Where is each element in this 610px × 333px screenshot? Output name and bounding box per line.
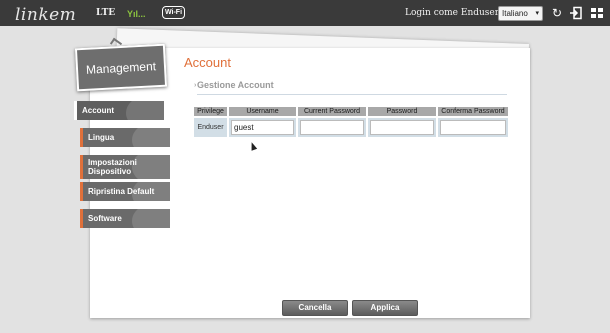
column-header-password: Password [368, 107, 436, 116]
sidebar-item-software[interactable]: Software [80, 209, 170, 228]
brand-logo: linkem [15, 5, 77, 25]
network-type: LTE [96, 8, 116, 18]
signal-strength-icon: Yıl... [127, 9, 146, 19]
sidebar-item-label: Impostazioni Dispositivo [88, 158, 137, 176]
table-header-row: Privilege Username Current Password Pass… [194, 107, 508, 116]
sidebar-item-lingua[interactable]: Lingua [80, 128, 170, 147]
table-row: Enduser [194, 118, 508, 137]
logout-icon[interactable] [569, 6, 583, 20]
login-status: Login come Enduser [405, 8, 500, 18]
language-select-value: Italiano [502, 9, 528, 18]
password-cell [368, 118, 436, 137]
column-header-confirm-password: Conferma Password [438, 107, 508, 116]
refresh-icon[interactable]: ↻ [550, 6, 564, 20]
sidebar-item-ripristina-default[interactable]: Ripristina Default [80, 182, 170, 201]
section-header: › Gestione Account [194, 75, 507, 95]
sidebar-item-label: Account [82, 106, 114, 115]
account-table: Privilege Username Current Password Pass… [192, 105, 510, 139]
confirm-password-cell [438, 118, 508, 137]
confirm-password-input[interactable] [440, 120, 506, 135]
language-select[interactable]: Italiano ▾ [498, 6, 543, 21]
username-input[interactable] [231, 120, 294, 135]
sidebar-item-impostazioni-dispositivo[interactable]: Impostazioni Dispositivo [80, 155, 170, 179]
chevron-down-icon: ▾ [535, 10, 539, 17]
column-header-username: Username [229, 107, 296, 116]
top-bar: linkem LTE Yıl... Wi-Fi Login come Endus… [0, 0, 610, 26]
password-input[interactable] [370, 120, 434, 135]
wifi-icon[interactable]: Wi-Fi [162, 6, 185, 19]
sidebar-item-account[interactable]: Account [74, 101, 164, 120]
privilege-cell: Enduser [194, 118, 227, 137]
apply-button[interactable]: Applica [352, 300, 418, 316]
username-cell [229, 118, 296, 137]
current-password-cell [298, 118, 366, 137]
current-password-input[interactable] [300, 120, 364, 135]
page-title: Account [184, 55, 231, 70]
management-card: Management [74, 43, 168, 92]
sidebar-item-label: Lingua [88, 133, 115, 142]
sidebar-item-label: Software [88, 214, 122, 223]
grid-menu-icon[interactable] [590, 6, 604, 20]
column-header-privilege: Privilege [194, 107, 227, 116]
section-title: Gestione Account [197, 80, 274, 90]
column-header-current-password: Current Password [298, 107, 366, 116]
chevron-right-icon: › [194, 82, 197, 89]
cancel-button[interactable]: Cancella [282, 300, 348, 316]
